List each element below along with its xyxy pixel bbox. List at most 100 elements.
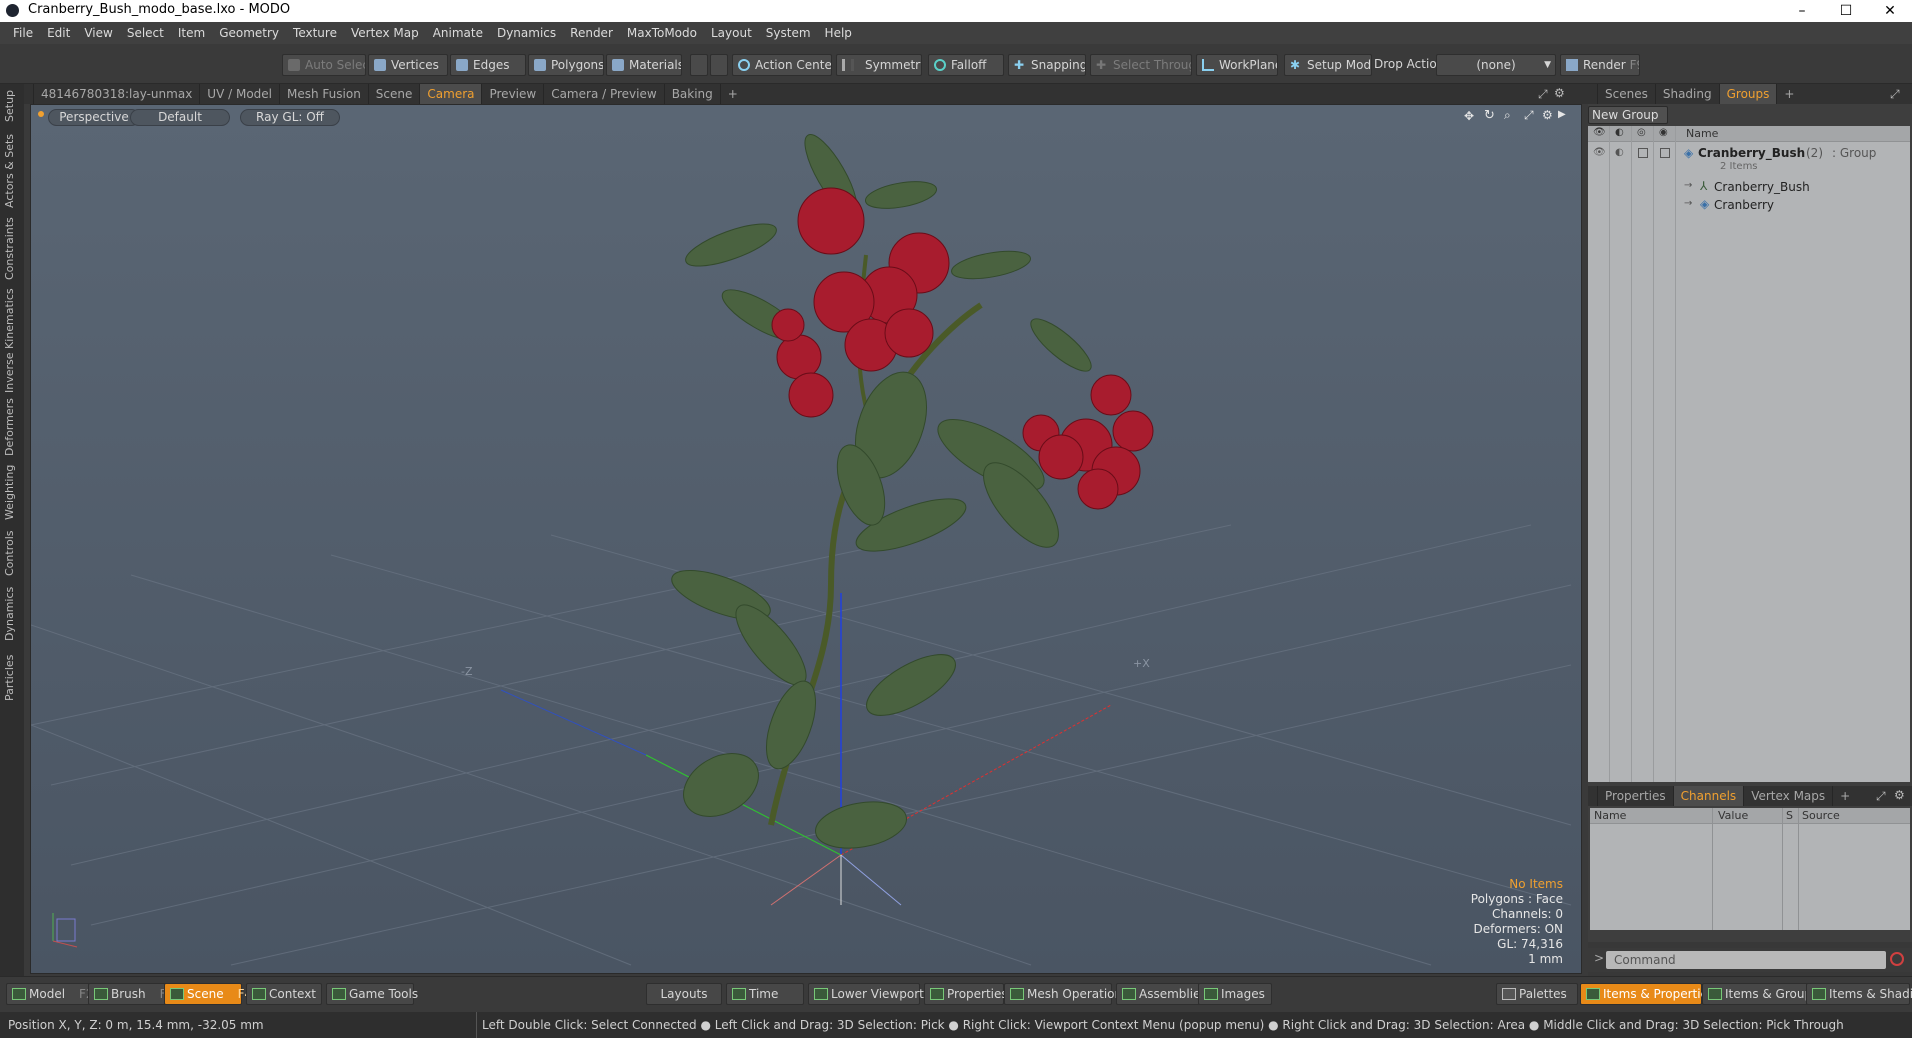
falloff-button[interactable]: Falloff xyxy=(928,54,1004,76)
items-shading-button[interactable]: Items & Shading xyxy=(1806,983,1912,1005)
group-row-root[interactable]: 👁 ◐ ◈ Cranberry_Bush (2) : Group 2 Items xyxy=(1588,144,1910,176)
select-toggle-icon[interactable] xyxy=(1660,148,1670,158)
shading-default-button[interactable]: Default xyxy=(130,109,230,126)
menu-select[interactable]: Select xyxy=(120,26,171,40)
menu-layout[interactable]: Layout xyxy=(704,26,759,40)
menu-geometry[interactable]: Geometry xyxy=(212,26,286,40)
add-tab-button[interactable]: + xyxy=(721,84,745,104)
menu-edit[interactable]: Edit xyxy=(40,26,77,40)
vtab-deformers[interactable]: Deformers xyxy=(3,398,19,456)
menu-system[interactable]: System xyxy=(759,26,818,40)
menu-help[interactable]: Help xyxy=(818,26,859,40)
command-input[interactable]: Command xyxy=(1606,951,1886,969)
vtab-actors-sets[interactable]: Actors & Sets xyxy=(3,134,19,208)
vtab-particles[interactable]: Particles xyxy=(3,650,19,706)
close-icon[interactable]: ✕ xyxy=(1868,0,1912,22)
menu-animate[interactable]: Animate xyxy=(426,26,490,40)
zoom-icon[interactable]: ⌕ xyxy=(1504,108,1511,123)
images-button[interactable]: Images xyxy=(1198,983,1272,1005)
materials-button[interactable]: Materials xyxy=(606,54,682,76)
fit-view-icon[interactable]: ⤢ xyxy=(1524,108,1534,123)
render-toggle-icon[interactable]: ◐ xyxy=(1615,147,1624,158)
play-icon[interactable]: ▶ xyxy=(1558,109,1566,120)
group-child-row[interactable]: → ⅄ Cranberry_Bush xyxy=(1588,178,1910,196)
tab-shading[interactable]: Shading xyxy=(1656,84,1720,104)
model-layout-button[interactable]: Model F2 xyxy=(6,983,94,1005)
vtab-constraints[interactable]: Constraints xyxy=(3,217,19,280)
vtab-dynamics[interactable]: Dynamics xyxy=(3,586,19,642)
tab-camera[interactable]: Camera xyxy=(420,84,483,104)
right-expand-icon[interactable]: ⤢ xyxy=(1890,87,1900,102)
tab-baking[interactable]: Baking xyxy=(665,84,721,104)
tab-channels[interactable]: Channels xyxy=(1673,786,1745,806)
channels-expand-icon[interactable]: ⤢ xyxy=(1876,789,1886,804)
vertices-button[interactable]: Vertices xyxy=(368,54,448,76)
vtab-controls[interactable]: Controls xyxy=(3,528,19,578)
view-perspective-button[interactable]: Perspective xyxy=(48,109,140,126)
tab-mesh-fusion[interactable]: Mesh Fusion xyxy=(280,84,369,104)
lower-viewports-button[interactable]: Lower Viewports xyxy=(808,983,930,1005)
time-button[interactable]: Time xyxy=(726,983,804,1005)
tab-preview[interactable]: Preview xyxy=(482,84,545,104)
menu-file[interactable]: File xyxy=(6,26,40,40)
edges-button[interactable]: Edges xyxy=(450,54,526,76)
group-child-row[interactable]: → ◈ Cranberry xyxy=(1588,196,1910,214)
add-right-tab-button[interactable]: + xyxy=(1777,84,1801,104)
polygons-button[interactable]: Polygons xyxy=(528,54,604,76)
raygl-button[interactable]: Ray GL: Off xyxy=(240,109,340,126)
select-through-button[interactable]: ✚Select Through xyxy=(1090,54,1192,76)
tab-uv-model[interactable]: UV / Model xyxy=(200,84,280,104)
select-mode-a-button[interactable] xyxy=(690,54,708,76)
minimize-icon[interactable]: – xyxy=(1780,0,1824,22)
properties-button[interactable]: Properties xyxy=(924,983,1008,1005)
menu-item[interactable]: Item xyxy=(171,26,212,40)
expand-icon[interactable]: ⤢ xyxy=(1538,87,1548,102)
menu-texture[interactable]: Texture xyxy=(286,26,344,40)
menu-dynamics[interactable]: Dynamics xyxy=(490,26,563,40)
items-properties-button[interactable]: Items & Properties xyxy=(1580,983,1714,1005)
tab-properties[interactable]: Properties xyxy=(1598,786,1674,806)
rotate-icon[interactable]: ↻ xyxy=(1484,108,1495,123)
vtab-inverse-kinematics[interactable]: Inverse Kinematics xyxy=(3,288,19,394)
scene-layout-button[interactable]: Scene F4 xyxy=(164,983,252,1005)
3d-viewport[interactable]: -Z +X No Items Polygons : Face Channels:… xyxy=(30,104,1582,974)
add-channels-tab-button[interactable]: + xyxy=(1833,786,1857,806)
maximize-icon[interactable]: ☐ xyxy=(1824,0,1868,22)
menu-render[interactable]: Render xyxy=(563,26,620,40)
action-center-button[interactable]: Action Center xyxy=(732,54,832,76)
pan-icon[interactable]: ✥ xyxy=(1464,109,1474,123)
tab-layer[interactable]: 48146780318:lay-unmax xyxy=(34,84,201,104)
tab-vertex-maps[interactable]: Vertex Maps xyxy=(1744,786,1834,806)
auto-select-button[interactable]: Auto Select xyxy=(282,54,366,76)
game-tools-button[interactable]: Game Tools xyxy=(326,983,418,1005)
symmetry-button[interactable]: Symmetry xyxy=(836,54,922,76)
menu-maxtomodo[interactable]: MaxToModo xyxy=(620,26,704,40)
tab-camera-preview[interactable]: Camera / Preview xyxy=(544,84,665,104)
brush-layout-button[interactable]: BrushF3 xyxy=(88,983,174,1005)
channels-gear-icon[interactable]: ⚙ xyxy=(1894,788,1905,802)
drop-action-select[interactable]: (none) ▼ xyxy=(1436,54,1556,76)
items-groups-button[interactable]: Items & Groups xyxy=(1702,983,1818,1005)
render-button[interactable]: Render F9 xyxy=(1560,54,1640,76)
palettes-button[interactable]: Palettes xyxy=(1496,983,1578,1005)
tab-scenes[interactable]: Scenes xyxy=(1598,84,1656,104)
visibility-eye-icon[interactable]: 👁 xyxy=(1593,147,1606,158)
context-layout-button[interactable]: Context xyxy=(246,983,322,1005)
command-stop-icon[interactable] xyxy=(1890,952,1904,966)
tab-scene[interactable]: Scene xyxy=(369,84,421,104)
vtab-setup[interactable]: Setup xyxy=(3,88,19,124)
workplane-button[interactable]: WorkPlane xyxy=(1196,54,1278,76)
select-mode-b-button[interactable] xyxy=(710,54,728,76)
layouts-button[interactable]: Layouts xyxy=(646,983,722,1005)
lock-toggle-icon[interactable] xyxy=(1638,148,1648,158)
snapping-button[interactable]: ✚ Snapping xyxy=(1008,54,1086,76)
menu-vertex-map[interactable]: Vertex Map xyxy=(344,26,426,40)
gear-icon[interactable]: ⚙ xyxy=(1554,86,1565,100)
setup-mode-button[interactable]: ✱ Setup Mode xyxy=(1284,54,1372,76)
viewport-settings-icon[interactable]: ⚙ xyxy=(1542,108,1553,122)
new-group-button[interactable]: New Group xyxy=(1588,106,1668,124)
mesh-operations-button[interactable]: Mesh Operations xyxy=(1004,983,1128,1005)
menu-view[interactable]: View xyxy=(77,26,119,40)
tab-groups[interactable]: Groups xyxy=(1719,84,1778,104)
assemblies-button[interactable]: Assemblies xyxy=(1116,983,1207,1005)
